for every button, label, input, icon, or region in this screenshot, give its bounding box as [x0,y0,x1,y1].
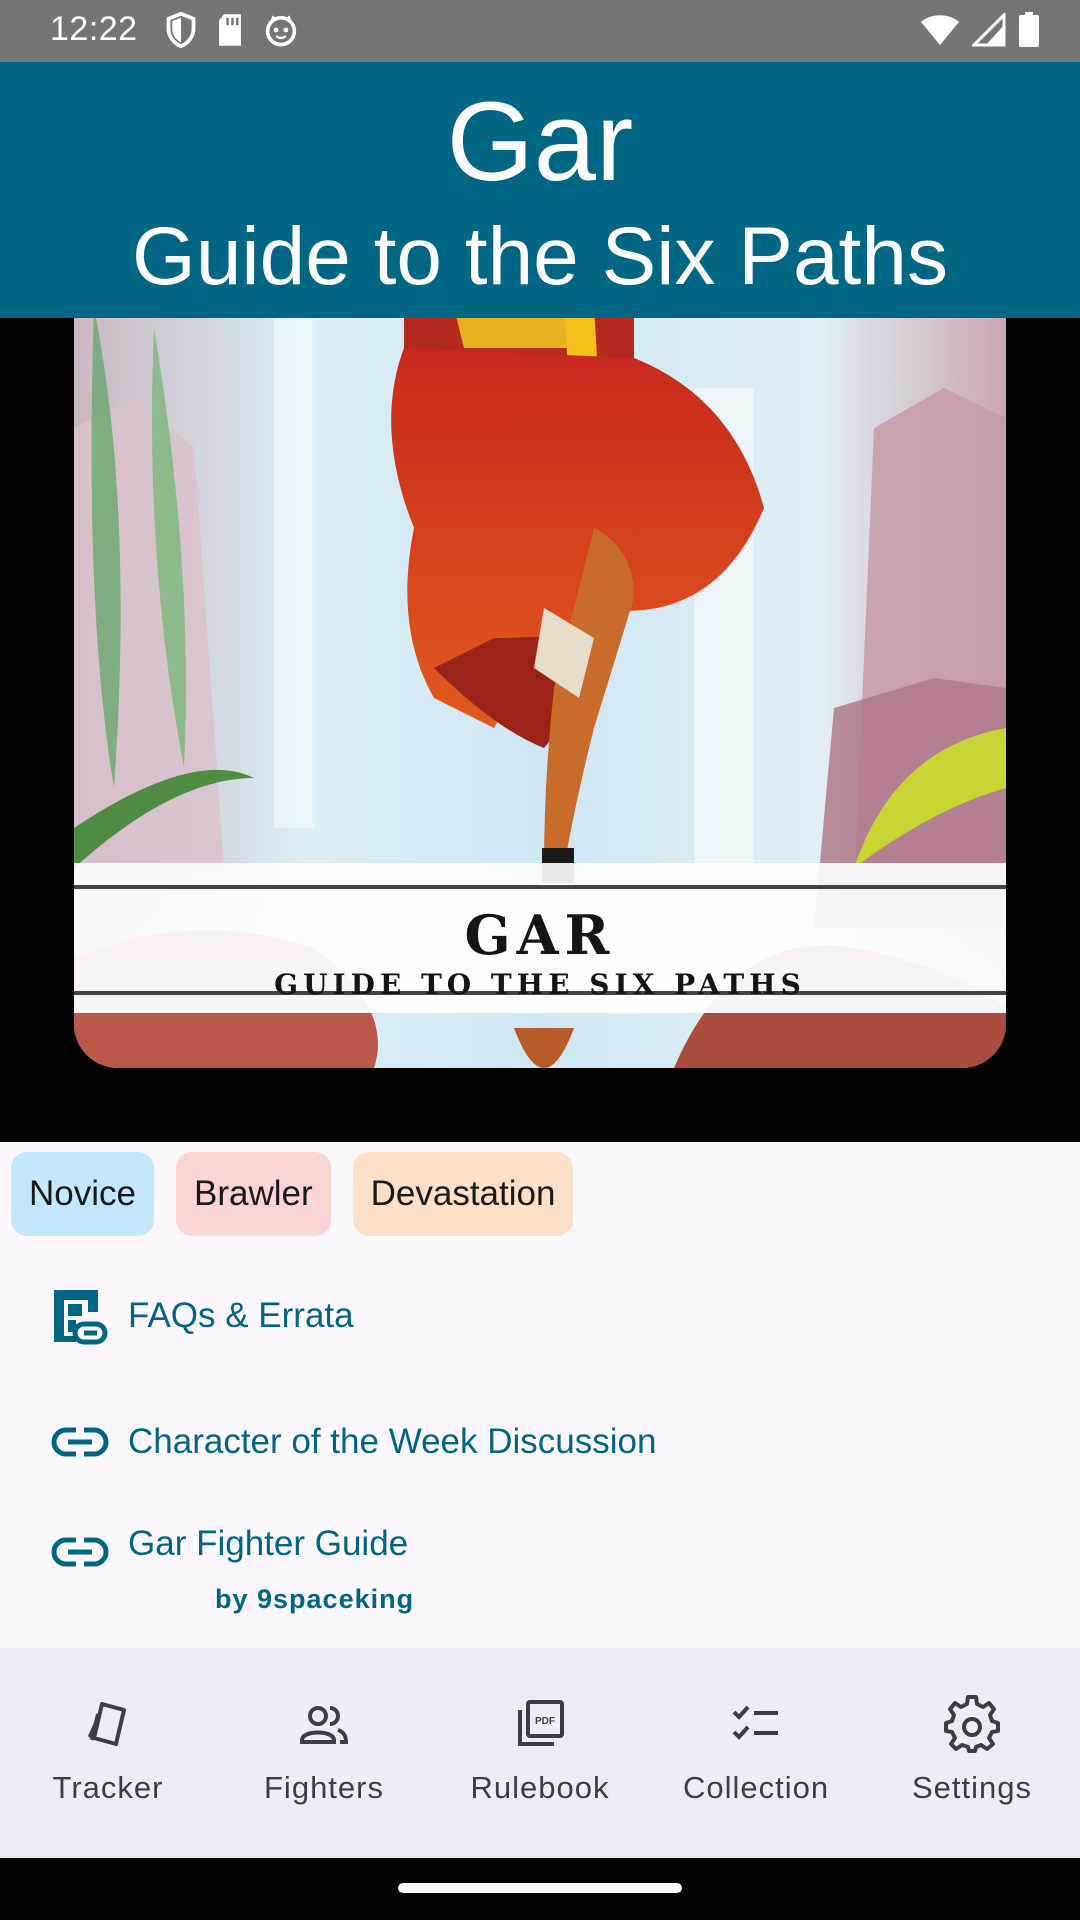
checklist-icon [732,1705,778,1740]
cat-face-icon [265,15,297,47]
signal-icon [972,13,1006,47]
card-subtitle: Guide to the Six Paths [274,968,806,1001]
card-name: Gar [464,903,616,967]
nav-fighters-label: Fighters [264,1770,384,1805]
gear-icon [944,1695,1000,1753]
nav-settings-label: Settings [911,1770,1032,1805]
fighter-guide-author: by 9spaceking [215,1584,415,1614]
link-icon [51,1427,109,1457]
box-title: Guide to the Six Paths [132,211,948,302]
cards-icon [88,1702,126,1746]
fighter-guide-link[interactable]: Gar Fighter Guide [50,1522,408,1582]
status-icons-right [920,12,1040,48]
nav-settings[interactable]: Settings [864,1648,1080,1858]
fighter-card-image: Gar Guide to the Six Paths [74,318,1006,1068]
status-bar: 12:22 [0,0,1080,62]
nav-fighters[interactable]: Fighters [216,1648,432,1858]
svg-text:PDF: PDF [535,1716,555,1727]
gesture-bar [0,1858,1080,1920]
nav-rulebook[interactable]: PDF Rulebook [432,1648,648,1858]
status-icons-left [166,12,298,48]
faq-errata-link[interactable]: FAQs & Errata [50,1286,354,1346]
pdf-icon: PDF [518,1700,564,1746]
card-art-area: Gar Guide to the Six Paths [0,318,1080,1142]
fighter-details: Novice Brawler Devastation FAQs & Errata… [0,1142,1080,1648]
shield-icon [166,12,196,48]
link-icon [51,1537,109,1567]
nav-tracker[interactable]: Tracker [0,1648,216,1858]
tag-chip-devastation[interactable]: Devastation [352,1152,574,1236]
bottom-navigation: Tracker Fighters PDF Rulebook Collection [0,1648,1080,1858]
fighter-header: Gar Guide to the Six Paths [0,62,1080,318]
nav-collection[interactable]: Collection [648,1648,864,1858]
fighter-guide-label: Gar Fighter Guide [128,1524,409,1563]
status-time: 12:22 [50,10,138,48]
nav-rulebook-label: Rulebook [470,1770,610,1805]
tag-chip-brawler[interactable]: Brawler [175,1152,331,1236]
sd-card-icon [219,14,241,46]
character-of-week-label: Character of the Week Discussion [128,1422,657,1461]
faq-errata-label: FAQs & Errata [128,1296,354,1335]
battery-icon [1019,12,1039,47]
fighter-name: Gar [446,79,634,204]
nav-tracker-label: Tracker [52,1770,164,1805]
home-gesture-handle[interactable] [398,1883,682,1893]
faq-link-icon [54,1290,108,1345]
people-icon [300,1706,349,1744]
character-of-week-link[interactable]: Character of the Week Discussion [50,1412,656,1472]
tag-chips: Novice Brawler Devastation [11,1152,574,1236]
nav-collection-label: Collection [682,1770,830,1805]
tag-chip-novice[interactable]: Novice [11,1152,154,1236]
wifi-icon [921,15,959,45]
